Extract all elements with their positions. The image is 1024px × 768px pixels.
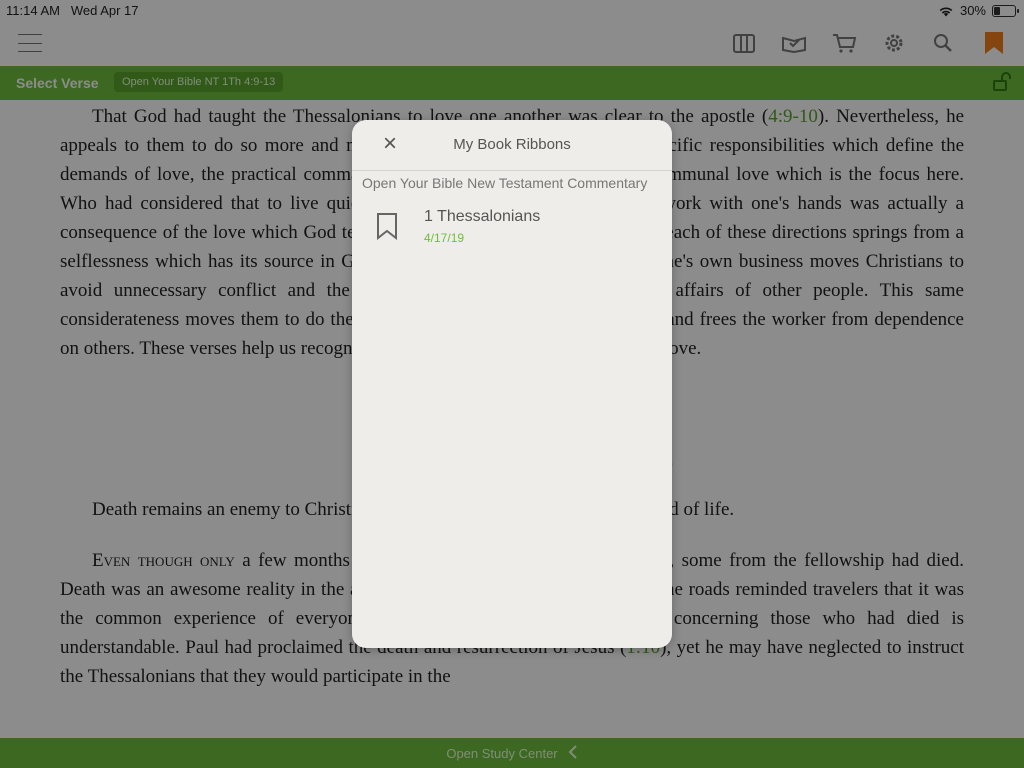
modal-title: My Book Ribbons	[453, 136, 571, 153]
ribbon-title: 1 Thessalonians	[424, 208, 541, 225]
book-section-label: Open Your Bible New Testament Commentary	[362, 175, 648, 191]
ribbon-list-item[interactable]: 1 Thessalonians 4/17/19	[352, 200, 672, 254]
bookmark-outline-icon	[376, 212, 398, 245]
book-ribbons-modal: × My Book Ribbons Open Your Bible New Te…	[352, 120, 672, 648]
ribbon-date: 4/17/19	[424, 231, 465, 245]
modal-header: × My Book Ribbons	[352, 120, 672, 171]
